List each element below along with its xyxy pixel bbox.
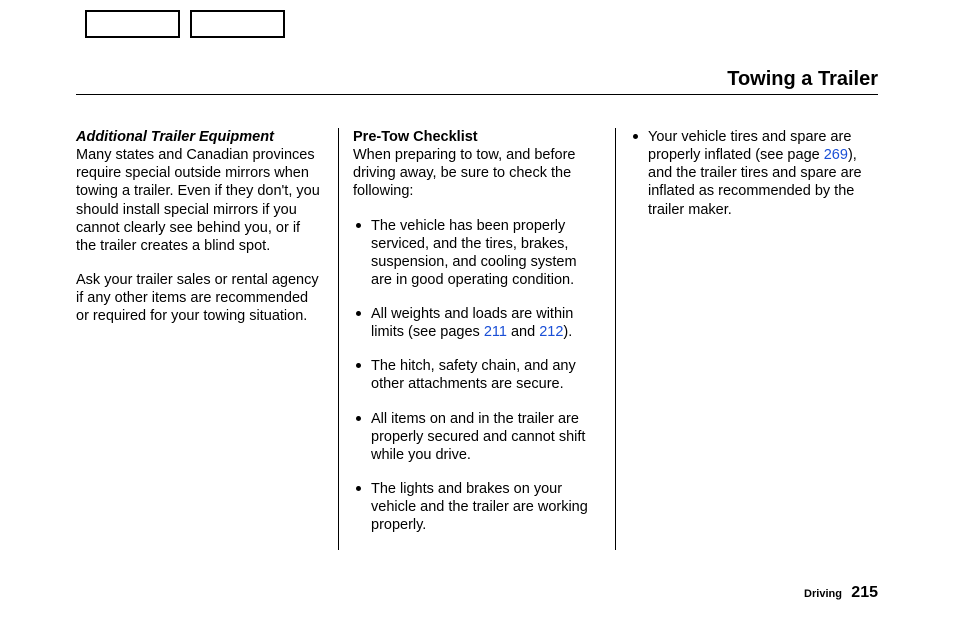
- footer-section: Driving: [804, 588, 842, 600]
- list-item: The lights and brakes on your vehicle an…: [353, 480, 601, 534]
- column-3: Your vehicle tires and spare are properl…: [615, 128, 878, 550]
- list-item: All weights and loads are within limits …: [353, 305, 601, 341]
- checklist: The vehicle has been properly serviced, …: [353, 217, 601, 535]
- text-fragment: Your vehicle tires and spare are properl…: [648, 129, 851, 163]
- paragraph: Pre-Tow Checklist When preparing to tow, …: [353, 128, 601, 201]
- paragraph: Additional Trailer Equipment Many states …: [76, 128, 324, 255]
- text-fragment: ).: [563, 324, 572, 340]
- list-item: Your vehicle tires and spare are properl…: [630, 128, 878, 219]
- nav-button-row: [85, 10, 285, 38]
- footer-page-number: 215: [851, 584, 878, 601]
- list-item: All items on and in the trailer are prop…: [353, 410, 601, 464]
- text-fragment: and: [507, 324, 539, 340]
- body-text: When preparing to tow, and before drivin…: [353, 147, 575, 199]
- page-link[interactable]: 212: [539, 324, 563, 340]
- title-divider: [76, 94, 878, 95]
- page-title: Towing a Trailer: [727, 68, 878, 91]
- column-1: Additional Trailer Equipment Many states …: [76, 128, 338, 550]
- body-text: Ask your trailer sales or rental agency …: [76, 271, 324, 325]
- list-item: The vehicle has been properly serviced, …: [353, 217, 601, 290]
- column-2: Pre-Tow Checklist When preparing to tow, …: [338, 128, 615, 550]
- page-link[interactable]: 211: [484, 324, 507, 340]
- nav-button-next[interactable]: [190, 10, 285, 38]
- checklist: Your vehicle tires and spare are properl…: [630, 128, 878, 219]
- nav-button-prev[interactable]: [85, 10, 180, 38]
- body-text: Many states and Canadian provinces requi…: [76, 147, 320, 254]
- subsection-heading: Pre-Tow Checklist: [353, 129, 478, 145]
- list-item: The hitch, safety chain, and any other a…: [353, 357, 601, 393]
- page-footer: Driving 215: [804, 584, 878, 602]
- subsection-heading: Additional Trailer Equipment: [76, 129, 274, 145]
- content-columns: Additional Trailer Equipment Many states …: [76, 128, 878, 550]
- page-link[interactable]: 269: [824, 147, 848, 163]
